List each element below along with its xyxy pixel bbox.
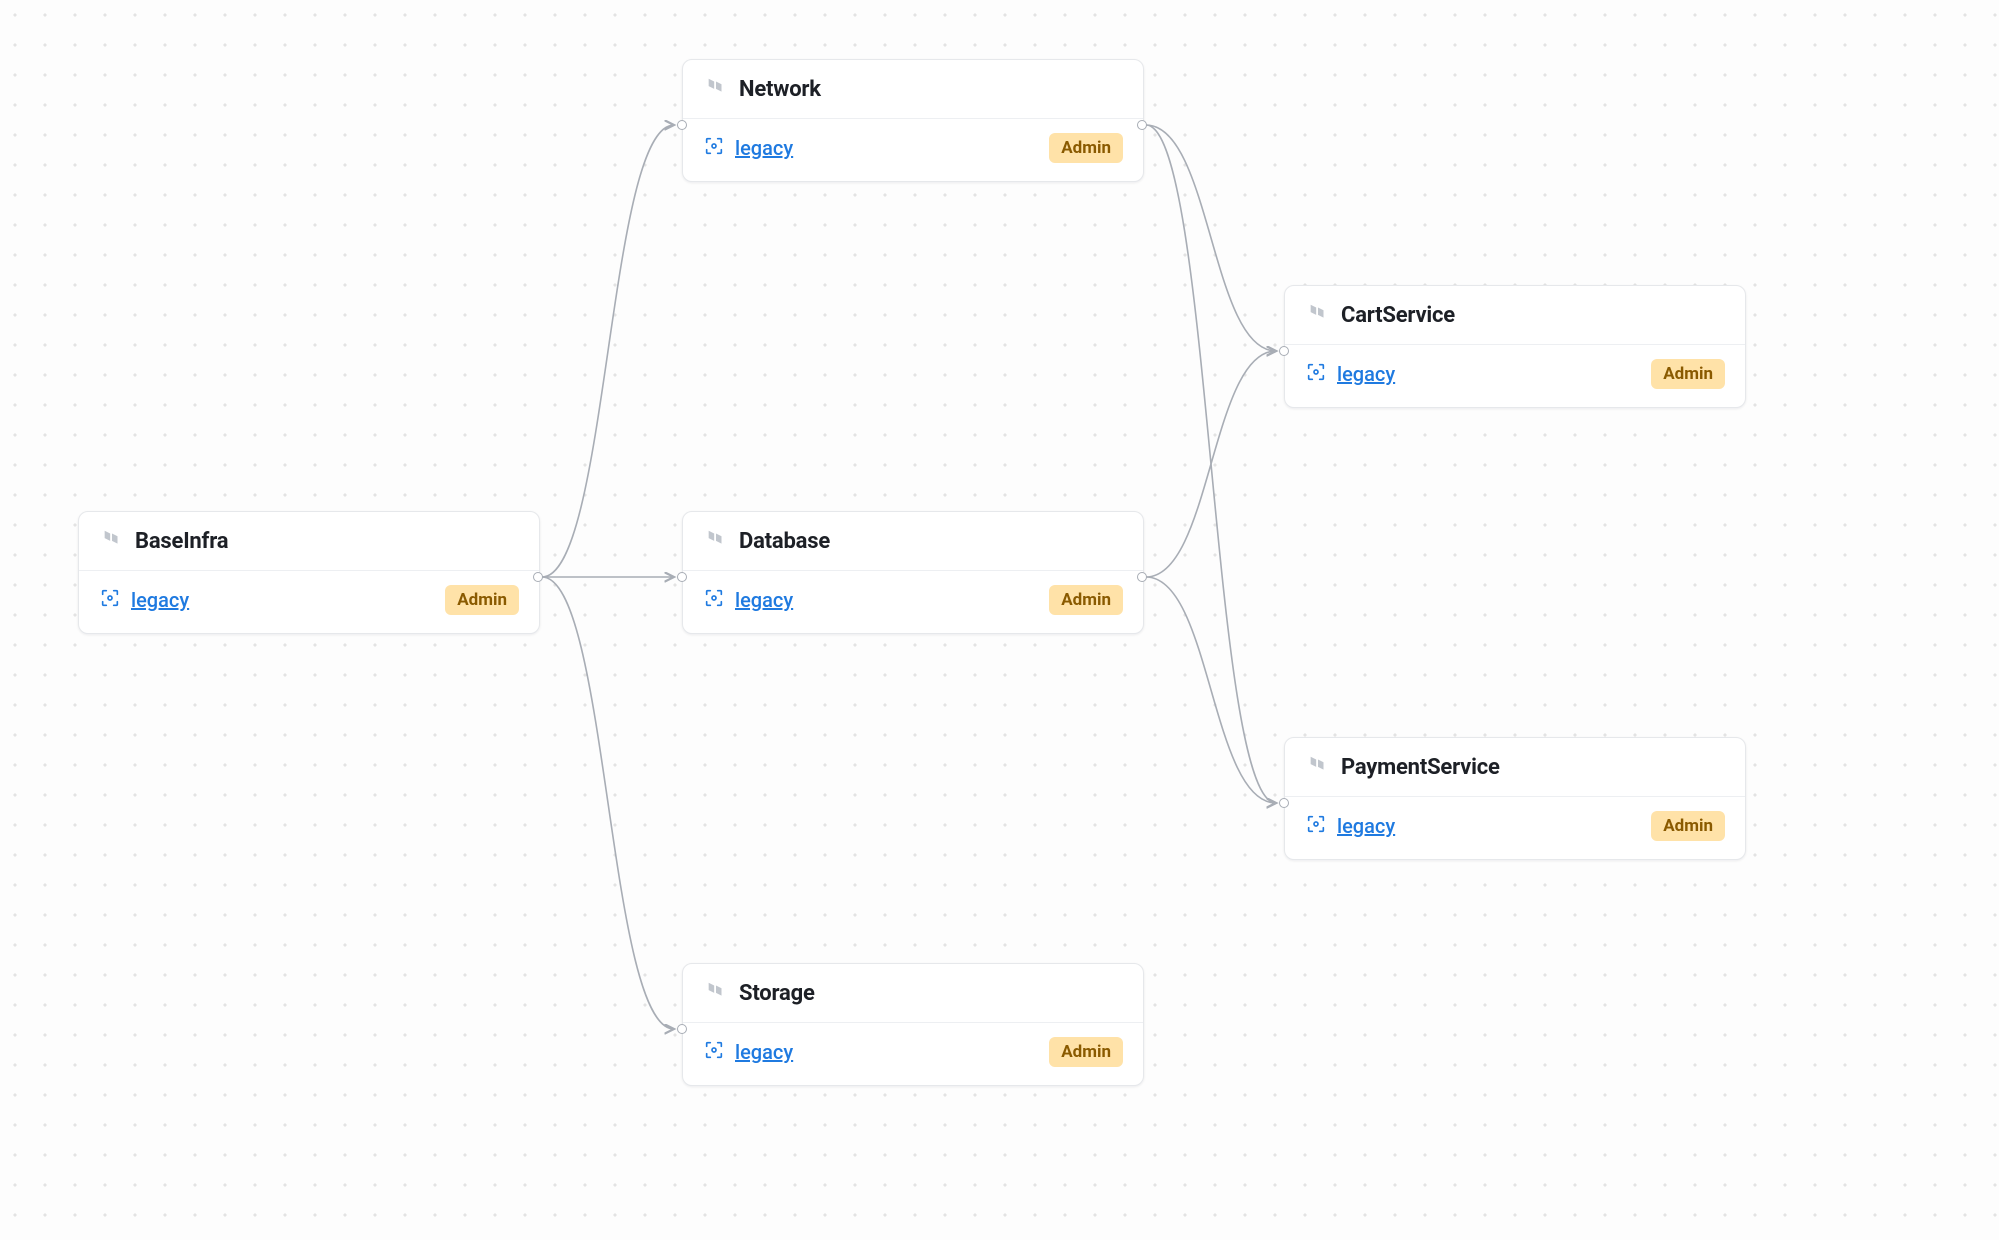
- node-network[interactable]: Network legacy Admin: [682, 59, 1144, 182]
- port-in: [677, 572, 687, 582]
- port-out: [1137, 120, 1147, 130]
- terraform-icon: [1307, 302, 1329, 328]
- node-title: Storage: [739, 981, 815, 1006]
- node-title: PaymentService: [1341, 755, 1500, 780]
- workspace-label: legacy: [131, 588, 189, 612]
- node-body: legacy Admin: [1285, 345, 1745, 407]
- node-body: legacy Admin: [1285, 797, 1745, 859]
- edge: [542, 577, 674, 1029]
- role-badge: Admin: [1049, 133, 1123, 163]
- node-body: legacy Admin: [79, 571, 539, 633]
- port-in: [1279, 798, 1289, 808]
- node-body: legacy Admin: [683, 119, 1143, 181]
- workspace-icon: [703, 587, 725, 614]
- workspace-icon: [99, 587, 121, 614]
- node-body: legacy Admin: [683, 1023, 1143, 1085]
- port-in: [677, 1024, 687, 1034]
- node-database[interactable]: Database legacy Admin: [682, 511, 1144, 634]
- node-baseinfra[interactable]: BaseInfra legacy Admin: [78, 511, 540, 634]
- node-body: legacy Admin: [683, 571, 1143, 633]
- node-title: BaseInfra: [135, 529, 228, 554]
- terraform-icon: [705, 528, 727, 554]
- edge: [542, 125, 674, 577]
- workspace-label: legacy: [735, 588, 793, 612]
- edge: [1146, 125, 1276, 803]
- workspace-link[interactable]: legacy: [1305, 361, 1395, 388]
- edge: [1146, 125, 1276, 351]
- workspace-link[interactable]: legacy: [1305, 813, 1395, 840]
- workspace-label: legacy: [1337, 362, 1395, 386]
- node-header: Database: [683, 512, 1143, 571]
- workspace-icon: [703, 1039, 725, 1066]
- terraform-icon: [705, 980, 727, 1006]
- role-badge: Admin: [1651, 811, 1725, 841]
- node-title: CartService: [1341, 303, 1455, 328]
- node-header: Network: [683, 60, 1143, 119]
- port-out: [533, 572, 543, 582]
- terraform-icon: [101, 528, 123, 554]
- node-header: PaymentService: [1285, 738, 1745, 797]
- node-storage[interactable]: Storage legacy Admin: [682, 963, 1144, 1086]
- terraform-icon: [1307, 754, 1329, 780]
- edge: [1146, 577, 1276, 803]
- port-out: [1137, 572, 1147, 582]
- node-title: Database: [739, 529, 830, 554]
- role-badge: Admin: [1049, 585, 1123, 615]
- role-badge: Admin: [445, 585, 519, 615]
- role-badge: Admin: [1049, 1037, 1123, 1067]
- workspace-icon: [1305, 361, 1327, 388]
- workspace-label: legacy: [735, 136, 793, 160]
- workspace-link[interactable]: legacy: [703, 587, 793, 614]
- workspace-icon: [1305, 813, 1327, 840]
- edge: [1146, 351, 1276, 577]
- node-header: Storage: [683, 964, 1143, 1023]
- workspace-link[interactable]: legacy: [703, 135, 793, 162]
- node-paymentservice[interactable]: PaymentService legacy Admin: [1284, 737, 1746, 860]
- node-cartservice[interactable]: CartService legacy Admin: [1284, 285, 1746, 408]
- node-header: BaseInfra: [79, 512, 539, 571]
- terraform-icon: [705, 76, 727, 102]
- node-header: CartService: [1285, 286, 1745, 345]
- diagram-canvas[interactable]: BaseInfra legacy Admin Network legacy: [0, 0, 1999, 1240]
- workspace-link[interactable]: legacy: [703, 1039, 793, 1066]
- role-badge: Admin: [1651, 359, 1725, 389]
- port-in: [1279, 346, 1289, 356]
- port-in: [677, 120, 687, 130]
- workspace-label: legacy: [1337, 814, 1395, 838]
- workspace-label: legacy: [735, 1040, 793, 1064]
- workspace-icon: [703, 135, 725, 162]
- workspace-link[interactable]: legacy: [99, 587, 189, 614]
- node-title: Network: [739, 77, 821, 102]
